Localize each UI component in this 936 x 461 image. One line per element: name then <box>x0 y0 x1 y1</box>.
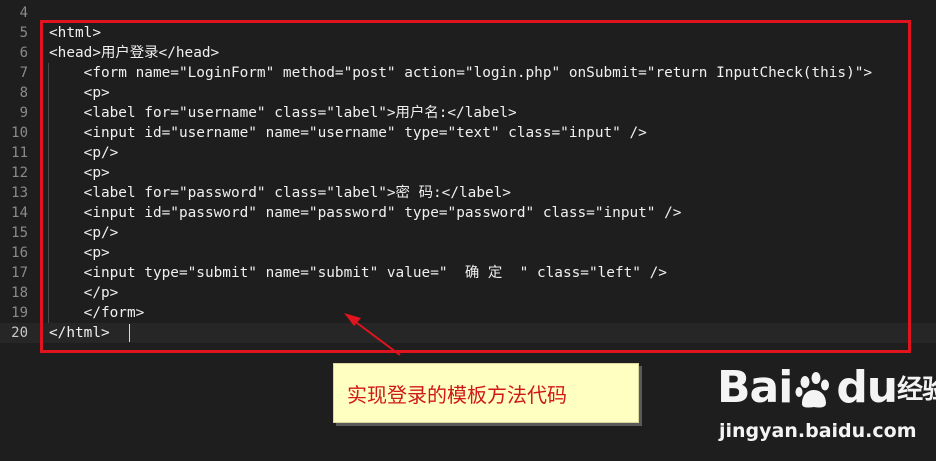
line-number: 16 <box>11 245 28 261</box>
line-number: 4 <box>19 5 28 21</box>
red-highlight-frame <box>40 20 911 353</box>
line-number: 17 <box>11 265 28 281</box>
line-number-gutter: 4 5 6 7 8 9 10 11 12 13 14 15 16 17 18 1… <box>0 3 30 343</box>
line-number: 9 <box>19 105 28 121</box>
line-number: 13 <box>11 185 28 201</box>
active-line-number: 20 <box>11 325 28 341</box>
line-number: 7 <box>19 65 28 81</box>
line-number: 12 <box>11 165 28 181</box>
line-number: 15 <box>11 225 28 241</box>
line-number: 18 <box>11 285 28 301</box>
watermark-url: jingyan.baidu.com <box>719 420 917 442</box>
line-number: 8 <box>19 85 28 101</box>
annotation-note: 实现登录的模板方法代码 <box>333 363 639 423</box>
line-number: 11 <box>11 145 28 161</box>
watermark-logo: Bai du经验 <box>717 358 936 418</box>
watermark-brand-cn: 经验 <box>897 375 936 405</box>
baidu-paw-icon <box>795 372 830 408</box>
watermark-brand-part2: du <box>836 362 898 413</box>
line-number: 5 <box>19 25 28 41</box>
annotation-note-text: 实现登录的模板方法代码 <box>347 382 567 407</box>
baidu-jingyan-watermark: Bai du经验 jingyan.baidu.com <box>717 358 936 458</box>
line-number: 10 <box>11 125 28 141</box>
line-number: 6 <box>19 45 28 61</box>
line-number: 19 <box>11 305 28 321</box>
watermark-brand-part1: Bai <box>717 362 793 413</box>
line-number: 14 <box>11 205 28 221</box>
